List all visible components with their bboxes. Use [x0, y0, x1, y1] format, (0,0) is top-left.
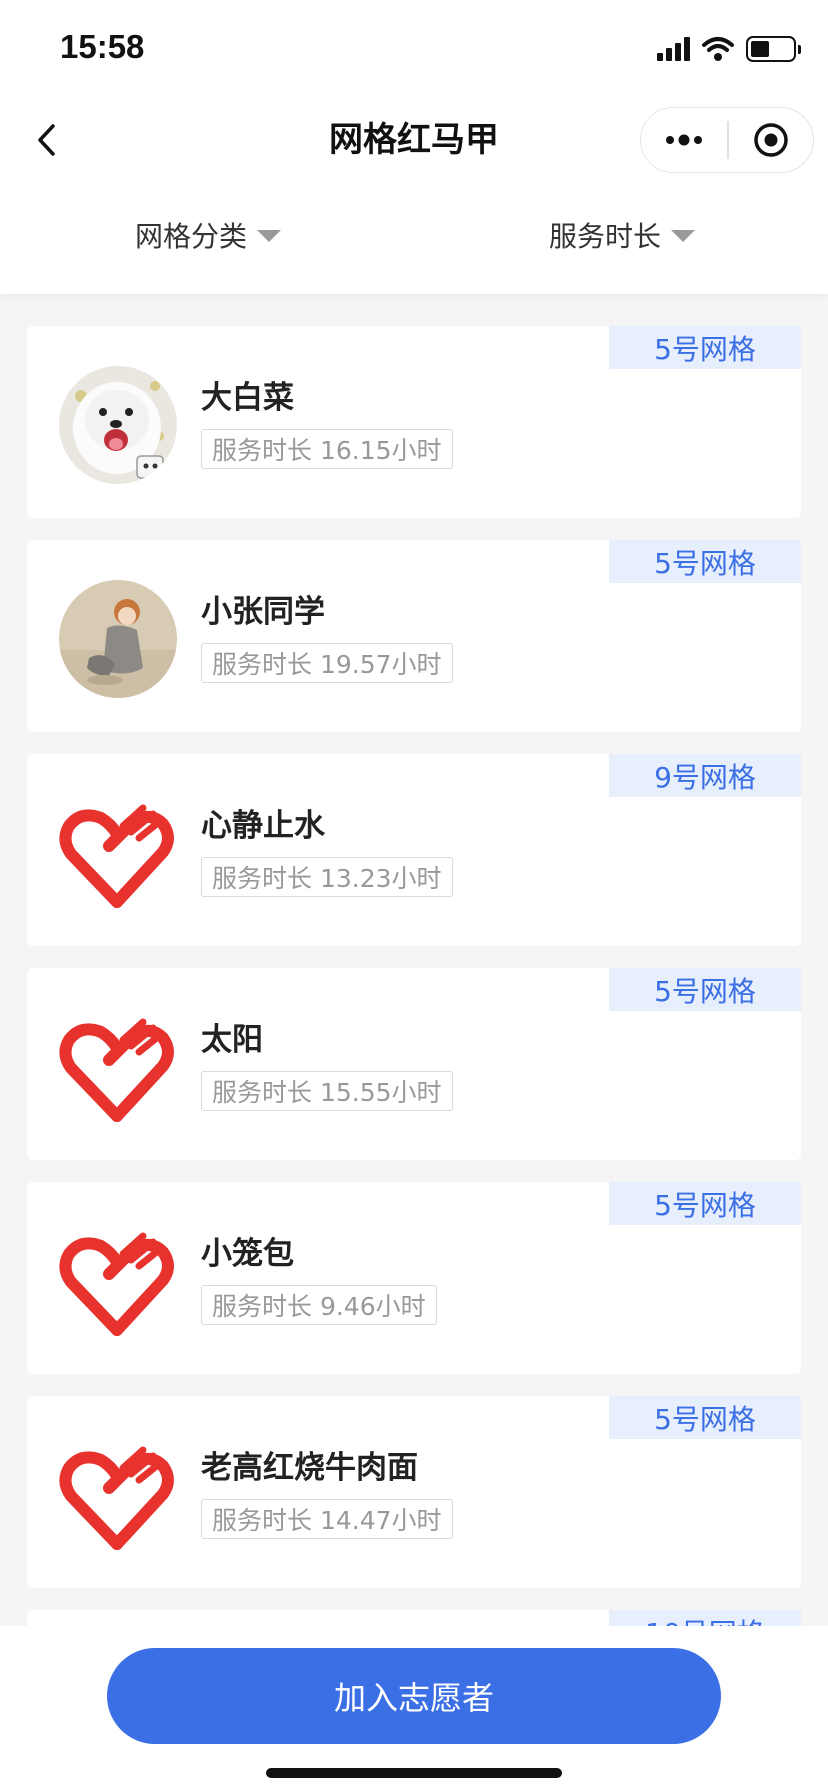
target-icon [754, 123, 788, 157]
dropdown-triangle-icon [671, 230, 696, 242]
service-hours-badge: 服务时长 14.47小时 [201, 1499, 453, 1539]
volunteer-list: 5号网格 大白菜 服务时长 16.15小时 5号网格 小张同学 服务时长 19.… [27, 326, 801, 1626]
service-hours-badge: 服务时长 15.55小时 [201, 1071, 453, 1111]
filter-service-hours[interactable]: 服务时长 [549, 215, 696, 255]
filter-grid-category[interactable]: 网格分类 [135, 215, 282, 255]
grid-tag: 5号网格 [609, 326, 801, 369]
service-hours-badge: 服务时长 9.46小时 [201, 1285, 437, 1325]
volunteer-card[interactable]: 5号网格 太阳 服务时长 15.55小时 [27, 968, 801, 1160]
service-hours-badge: 服务时长 13.23小时 [201, 857, 453, 897]
grid-tag: 5号网格 [609, 968, 801, 1011]
service-hours-badge: 服务时长 19.57小时 [201, 643, 453, 683]
close-mini-program-button[interactable] [729, 108, 814, 172]
grid-tag: 5号网格 [609, 540, 801, 583]
grid-tag: 5号网格 [609, 1182, 801, 1225]
more-button[interactable] [641, 108, 727, 172]
bottom-action-bar: 加入志愿者 [0, 1626, 828, 1792]
grid-tag: 5号网格 [609, 1396, 801, 1439]
grid-tag: 9号网格 [609, 754, 801, 797]
top-bar: 15:58 网格红马甲 网格分类 服务时长 [0, 0, 828, 294]
volunteer-heart-logo-icon [59, 1008, 177, 1126]
more-dots-icon [666, 134, 702, 146]
volunteer-heart-logo-icon [59, 1436, 177, 1554]
volunteer-name: 小笼包 [201, 1236, 294, 1272]
wifi-icon [702, 37, 734, 61]
volunteer-name: 大白菜 [201, 380, 294, 416]
status-time: 15:58 [60, 28, 145, 65]
grid-tag: 10号网格 [609, 1610, 801, 1626]
signal-icon [657, 37, 690, 61]
volunteer-name: 太阳 [201, 1022, 263, 1058]
volunteer-card[interactable]: 5号网格 小笼包 服务时长 9.46小时 [27, 1182, 801, 1374]
join-volunteer-button[interactable]: 加入志愿者 [107, 1648, 721, 1744]
volunteer-heart-logo-icon [59, 794, 177, 912]
volunteer-name: 老高红烧牛肉面 [201, 1450, 418, 1486]
avatar-dog-photo [59, 366, 177, 484]
volunteer-heart-logo-icon [59, 1222, 177, 1340]
service-hours-badge: 服务时长 16.15小时 [201, 429, 453, 469]
status-icons [657, 34, 801, 64]
volunteer-name: 心静止水 [201, 808, 325, 844]
dropdown-triangle-icon [257, 230, 282, 242]
battery-icon [746, 36, 801, 62]
filter-label: 服务时长 [549, 220, 662, 253]
volunteer-card[interactable]: 10号网格 [27, 1610, 801, 1626]
filter-label: 网格分类 [135, 220, 248, 253]
home-indicator [266, 1768, 562, 1778]
avatar-person-photo [59, 580, 177, 698]
volunteer-card[interactable]: 5号网格 老高红烧牛肉面 服务时长 14.47小时 [27, 1396, 801, 1588]
volunteer-card[interactable]: 5号网格 大白菜 服务时长 16.15小时 [27, 326, 801, 518]
volunteer-card[interactable]: 9号网格 心静止水 服务时长 13.23小时 [27, 754, 801, 946]
volunteer-name: 小张同学 [201, 594, 325, 630]
mini-program-capsule [640, 107, 814, 173]
volunteer-card[interactable]: 5号网格 小张同学 服务时长 19.57小时 [27, 540, 801, 732]
